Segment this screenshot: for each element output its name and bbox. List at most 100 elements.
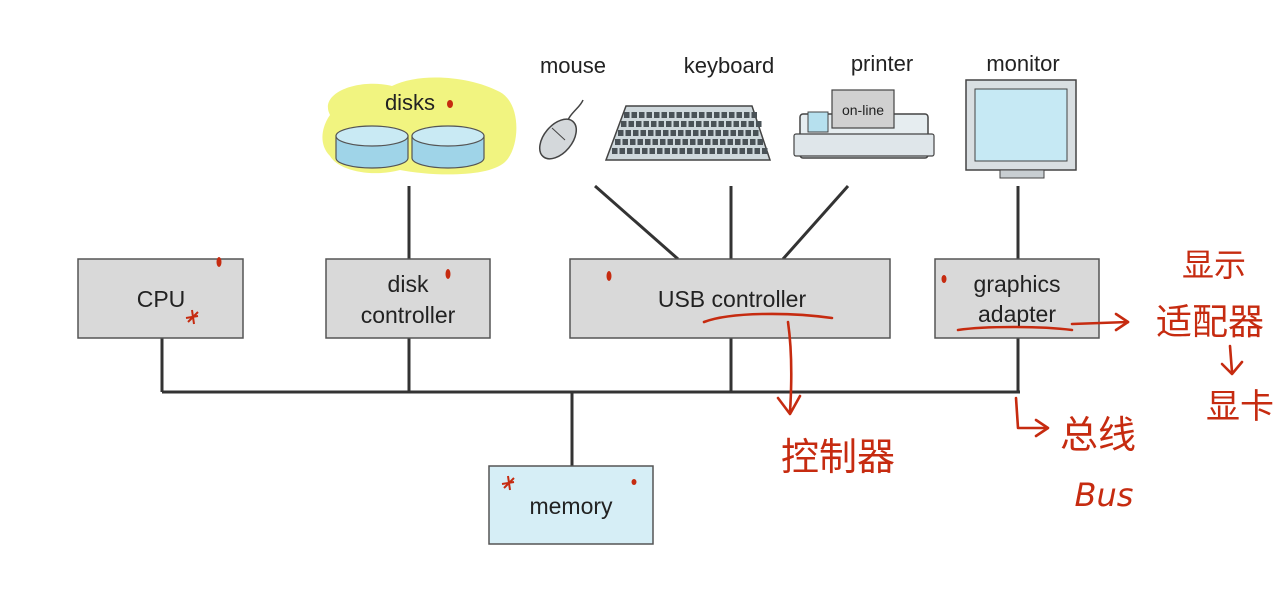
keyboard-key (619, 148, 625, 154)
disk-controller-label-line1: disk (388, 271, 429, 297)
keyboard-key (745, 130, 751, 136)
keyboard-key (685, 130, 691, 136)
keyboard-key (624, 112, 630, 118)
keyboard-key (682, 139, 688, 145)
keyboard-key (724, 148, 730, 154)
keyboard-key (723, 130, 729, 136)
keyboard-key (727, 139, 733, 145)
keyboard-key (720, 139, 726, 145)
mouse-link (594, 184, 679, 261)
keyboard-key (748, 121, 754, 127)
keyboard-key (703, 121, 709, 127)
keyboard-key (700, 130, 706, 136)
keyboard-key (688, 121, 694, 127)
keyboard-key (717, 148, 723, 154)
keyboard-key (694, 148, 700, 154)
keyboard-key (625, 130, 631, 136)
keyboard-key (696, 121, 702, 127)
keyboard-key (661, 112, 667, 118)
graphics-adapter-label-line1: graphics (974, 271, 1061, 297)
keyboard-key (627, 148, 633, 154)
keyboard-key (733, 121, 739, 127)
keyboard-key (702, 148, 708, 154)
keyboard-key (681, 121, 687, 127)
keyboard-key (697, 139, 703, 145)
bus-english-annotation: Bus (1075, 476, 1134, 514)
disk-controller-box: disk controller (325, 258, 491, 339)
keyboard-key (735, 139, 741, 145)
keyboard-key (651, 121, 657, 127)
graphics-adapter-label-line2: adapter (978, 301, 1056, 327)
disks-label: disks (385, 90, 435, 115)
keyboard-key (726, 121, 732, 127)
keyboard-key (754, 148, 760, 154)
keyboard-key (663, 130, 669, 136)
printer-label: printer (851, 51, 913, 76)
memory-mark (631, 479, 637, 485)
keyboard-key (670, 130, 676, 136)
disk-controller-label-line2: controller (361, 302, 456, 328)
keyboard-key (708, 130, 714, 136)
keyboard-key (672, 148, 678, 154)
usb-controller-box: USB controller (569, 258, 891, 339)
keyboard-key (711, 121, 717, 127)
printer-base (793, 133, 935, 157)
keyboard-key (729, 112, 735, 118)
adapter-annotation-line2: 适配器 (1156, 302, 1264, 343)
bus-annotation: 总线 (1060, 413, 1136, 457)
keyboard-key (621, 121, 627, 127)
printer-panel-label: on-line (842, 102, 884, 118)
keyboard-key (756, 121, 762, 127)
keyboard-key (652, 139, 658, 145)
cpu-box: CPU (77, 258, 244, 339)
keyboard-key (634, 148, 640, 154)
keyboard-device: keyboard (604, 53, 774, 161)
keyboard-key (750, 139, 756, 145)
keyboard-key (751, 112, 757, 118)
keyboard-key (762, 148, 768, 154)
usb-controller-mark (606, 271, 612, 281)
keyboard-key (705, 139, 711, 145)
keyboard-key (712, 139, 718, 145)
adapter-annotation-line1: 显示 (1182, 246, 1246, 284)
keyboard-key (676, 112, 682, 118)
disk-icon-right (411, 125, 485, 169)
keyboard-key (691, 112, 697, 118)
disks-mark (447, 100, 453, 108)
keyboard-key (637, 139, 643, 145)
keyboard-key (730, 130, 736, 136)
controller-arrow (786, 320, 793, 414)
mouse-device: mouse (538, 53, 606, 160)
monitor-label: monitor (986, 51, 1059, 76)
keyboard-key (612, 148, 618, 154)
mouse-icon (538, 118, 578, 160)
keyboard-key (628, 121, 634, 127)
keyboard-key (709, 148, 715, 154)
adapter-annotation-line3: 显卡 (1206, 387, 1274, 427)
keyboard-key (649, 148, 655, 154)
keyboard-key (741, 121, 747, 127)
keyboard-key (679, 148, 685, 154)
mouse-label: mouse (540, 53, 606, 78)
keyboard-key (633, 130, 639, 136)
keyboard-key (706, 112, 712, 118)
graphics-adapter-mark (941, 275, 947, 283)
keyboard-key (631, 112, 637, 118)
cpu-label: CPU (137, 286, 186, 312)
keyboard-key (657, 148, 663, 154)
keyboard-key (687, 148, 693, 154)
keyboard-key (640, 130, 646, 136)
keyboard-key (648, 130, 654, 136)
keyboard-key (643, 121, 649, 127)
keyboard-key (639, 112, 645, 118)
keyboard-key (718, 121, 724, 127)
keyboard-key (673, 121, 679, 127)
monitor-device: monitor (965, 51, 1077, 179)
keyboard-key (654, 112, 660, 118)
keyboard-key (715, 130, 721, 136)
keyboard-key (636, 121, 642, 127)
keyboard-key (645, 139, 651, 145)
keyboard-key (655, 130, 661, 136)
keyboard-key (753, 130, 759, 136)
keyboard-key (664, 148, 670, 154)
